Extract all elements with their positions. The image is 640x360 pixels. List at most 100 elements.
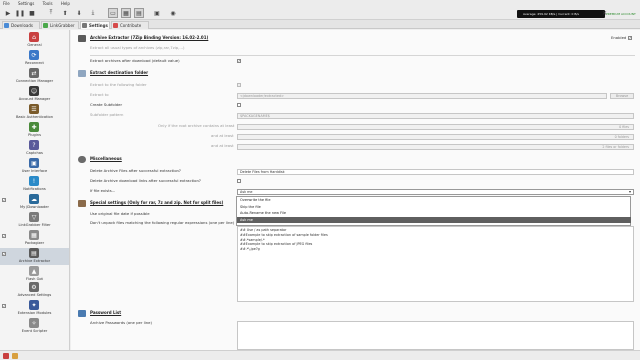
dropdown-option-selected[interactable]: Ask me (237, 216, 631, 223)
pause-icon[interactable]: ❚❚ (15, 8, 25, 18)
sidebar-item[interactable]: ✧ Event Scripter (0, 318, 69, 335)
create-subfolder-label: Create Subfolder (90, 102, 123, 107)
update-icon[interactable]: ▤ (134, 8, 144, 18)
min-files-spinner[interactable]: 0 files (237, 124, 634, 130)
min-folders-spinner[interactable]: 0 folders (237, 134, 634, 140)
sidebar-item[interactable]: ⚙ Advanced Settings (0, 282, 69, 299)
sidebar-item[interactable]: ☺ Account Manager (0, 86, 69, 103)
sidebar-item[interactable]: ⇄ Connection Manager (0, 68, 69, 85)
sidebar-icon: ? (29, 140, 39, 150)
sidebar-item-label: Reconnect (25, 61, 44, 65)
if-exists-dropdown-list: Overwrite the file Skip the file Auto-Re… (236, 196, 631, 226)
delete-archive-select[interactable]: Delete Files from Harddisk (237, 169, 634, 175)
premium-account-label: PREMIUM ACCOUNT (606, 12, 636, 16)
disk-icon[interactable]: ◉ (168, 8, 178, 18)
delete-archive-label: Delete Archive Files after successful ex… (90, 168, 181, 173)
section-title-special: Special settings (Only for rar, 7z and z… (90, 200, 224, 205)
section-title-destination: Extract destination folder (90, 70, 149, 75)
section-title-misc: Miscellaneous (90, 156, 122, 161)
play-icon[interactable]: ▶ (3, 8, 13, 18)
if-exists-select[interactable]: Ask me (237, 189, 634, 195)
sidebar-icon: ▣ (29, 158, 39, 168)
subfolder-pattern-field[interactable]: $PACKAGENAME$ (237, 113, 634, 119)
menu-settings[interactable]: Settings (18, 0, 34, 7)
sidebar-icon: ✚ (29, 122, 39, 132)
tab-contribute[interactable]: Contribute (111, 21, 149, 29)
sidebar-icon: ✦ (29, 300, 39, 310)
sidebar-item-label: LinkGrabber Filter (18, 223, 51, 227)
move-top-icon[interactable]: ⤒ (46, 8, 56, 18)
sidebar-item-label: My JDownloader (20, 205, 49, 209)
extract-to-folder-checkbox[interactable] (237, 83, 241, 87)
sidebar-item[interactable]: ✓ ☁ My JDownloader (0, 194, 69, 211)
passwords-label: Archive Passwords (one per line) (90, 320, 152, 325)
enable-extension-checkbox[interactable]: ✓ (2, 234, 6, 238)
tab-linkgrabber[interactable]: LinkGrabber (41, 21, 79, 29)
sidebar-item[interactable]: ✓ ▤ Archive Extractor (0, 248, 69, 265)
sidebar-icon: ☁ (29, 194, 39, 204)
delete-links-checkbox[interactable] (237, 179, 241, 183)
sidebar-item-label: Advanced Settings (17, 293, 52, 297)
move-down-icon[interactable]: ⬇ (74, 8, 84, 18)
section-title-password: Password List (90, 310, 122, 315)
sidebar-item-label: General (27, 43, 42, 47)
sidebar-item[interactable]: ? Captchas (0, 140, 69, 157)
sidebar-item[interactable]: ▣ User Interface (0, 158, 69, 175)
chevron-down-icon[interactable]: ▾ (629, 189, 631, 195)
move-up-icon[interactable]: ⬆ (60, 8, 70, 18)
settings-panel: Archive Extractor (7Zip Binding Version:… (71, 30, 640, 350)
sidebar-item[interactable]: ⌂ General (0, 32, 69, 49)
folder-icon (78, 70, 86, 77)
sidebar-item[interactable]: ✓ ▦ Packagizer (0, 230, 69, 247)
menu-tools[interactable]: Tools (43, 0, 53, 7)
move-bottom-icon[interactable]: ⤓ (88, 8, 98, 18)
enable-extension-checkbox[interactable]: ✓ (2, 198, 6, 202)
password-icon (78, 310, 86, 317)
sidebar-item-label: Plugins (28, 133, 41, 137)
sidebar-item-label: Extension Modules (17, 311, 52, 315)
reconnect-icon[interactable]: ▦ (121, 8, 131, 18)
tab-downloads[interactable]: Downloads (2, 21, 40, 29)
status-icon[interactable] (12, 353, 18, 359)
sidebar-item-label: Event Scripter (21, 329, 48, 333)
extract-default-label: Extract archives after download (default… (90, 58, 180, 63)
status-icon[interactable] (3, 353, 9, 359)
passwords-textarea[interactable] (237, 321, 634, 350)
sidebar-item-label: Notifications (23, 187, 46, 191)
sidebar-item[interactable]: ✚ Plugins (0, 122, 69, 139)
stop-icon[interactable]: ■ (27, 8, 37, 18)
enabled-label: Enabled (611, 35, 627, 40)
settings-icon (82, 23, 87, 28)
sidebar-item-label: Packagizer (24, 241, 45, 245)
enable-extension-checkbox[interactable]: ✓ (2, 304, 6, 308)
delete-links-label: Delete Archive download links after succ… (90, 178, 201, 183)
if-exists-label: If file exists... (90, 188, 116, 193)
sidebar-item[interactable]: ▲ Flash Got (0, 266, 69, 283)
sidebar-item[interactable]: ! Notifications (0, 176, 69, 193)
extract-default-checkbox[interactable]: ✓ (237, 59, 241, 63)
sidebar-item[interactable]: ▽ LinkGrabber Filter (0, 212, 69, 229)
sidebar-icon: ▲ (29, 266, 39, 276)
sidebar-item[interactable]: ⟳ Reconnect (0, 50, 69, 67)
speed-meter: Average: 459.92 KB/s | Current: 0 B/s (517, 10, 605, 18)
create-subfolder-checkbox[interactable] (237, 103, 241, 107)
regex-textarea[interactable]: ## Use / as path separator ##Example to … (237, 226, 634, 302)
sidebar-icon: ▽ (29, 212, 39, 222)
min-files-or-folders-spinner[interactable]: 2 files or folders (237, 144, 634, 150)
tab-settings[interactable]: Settings (80, 21, 110, 29)
sidebar-item[interactable]: ☰ Basic Authentication (0, 104, 69, 121)
extract-all-label: Extract all usual types of archives (zip… (90, 45, 185, 50)
subfolder-pattern-label: Subfolder pattern (90, 112, 124, 117)
divider (90, 55, 635, 56)
sidebar-item[interactable]: ✓ ✦ Extension Modules (0, 300, 69, 317)
sidebar-icon: ⇄ (29, 68, 39, 78)
enable-extension-checkbox[interactable]: ✓ (2, 252, 6, 256)
enabled-checkbox[interactable]: ✓ (628, 36, 632, 40)
browse-button[interactable]: Browse (610, 93, 634, 99)
clipboard-icon[interactable]: ▭ (108, 8, 118, 18)
extract-to-field[interactable]: <jdownloader/extracted> (237, 93, 607, 99)
screen-icon[interactable]: ▣ (152, 8, 162, 18)
sidebar-item-label: Captchas (26, 151, 43, 155)
menu-help[interactable]: Help (61, 0, 70, 7)
menu-file[interactable]: File (3, 0, 10, 7)
